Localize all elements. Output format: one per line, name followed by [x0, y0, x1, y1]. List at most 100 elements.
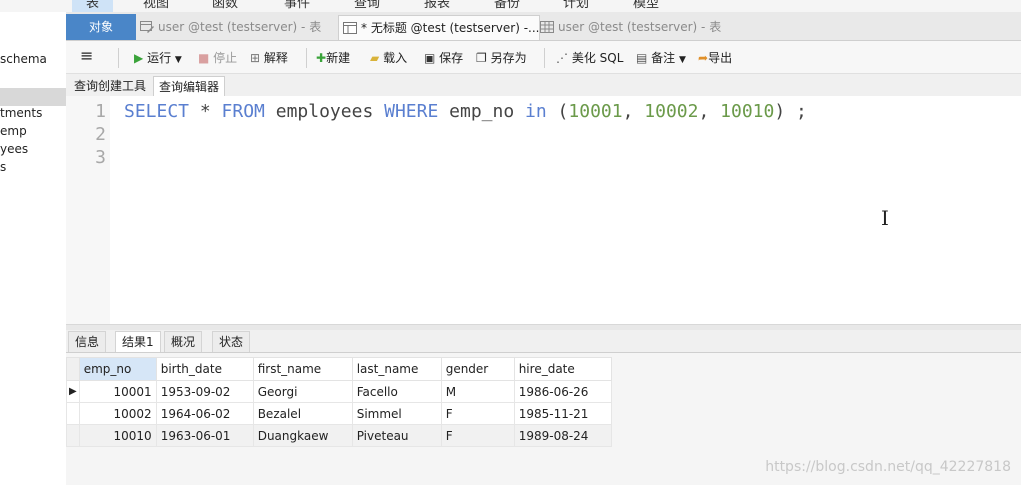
sql-table-name: employees	[264, 101, 385, 122]
table-cell[interactable]: Bezalel	[252, 402, 353, 425]
sql-token: ) ;	[774, 101, 807, 122]
table-row[interactable]: ▶ 10001 1953-09-02 Georgi Facello M 1986…	[66, 380, 612, 403]
tab-user-table-data[interactable]: user @test (testserver) - 表	[540, 15, 740, 39]
column-header[interactable]: hire_date	[513, 357, 612, 381]
column-header[interactable]: birth_date	[155, 357, 254, 381]
navigator-item[interactable]: yees	[0, 140, 28, 158]
sql-number: 10010	[720, 101, 775, 122]
column-header[interactable]: last_name	[351, 357, 442, 381]
save-button[interactable]: ▣ 保存	[424, 49, 463, 67]
watermark: https://blog.csdn.net/qq_42227818	[765, 459, 1011, 475]
column-header[interactable]: first_name	[252, 357, 353, 381]
toolbar-separator	[544, 48, 545, 68]
tab-profile[interactable]: 概况	[164, 331, 203, 352]
beautify-label: 美化 SQL	[571, 51, 624, 65]
table-cell[interactable]: 1989-08-24	[513, 424, 612, 447]
menu-model[interactable]: 模型	[633, 0, 659, 11]
sql-token: ,	[622, 101, 645, 122]
table-cell[interactable]: 1985-11-21	[513, 402, 612, 425]
table-cell[interactable]: 10010	[78, 424, 157, 447]
table-row[interactable]: 10010 1963-06-01 Duangkaew Piveteau F 19…	[66, 424, 612, 447]
sql-number: 10002	[644, 101, 699, 122]
tab-result-1[interactable]: 结果1	[115, 331, 161, 352]
document-tab-bar: 对象 user @test (testserver) - 表 * 无标题 @te…	[66, 12, 1021, 41]
menu-function[interactable]: 函数	[212, 0, 238, 11]
table-cell[interactable]: M	[440, 380, 515, 403]
navigator-item[interactable]: schema	[0, 50, 47, 68]
tab-query-editor[interactable]: 查询编辑器	[153, 76, 226, 97]
save-as-button[interactable]: ❐ 另存为	[476, 49, 527, 67]
menu-report[interactable]: 报表	[424, 0, 450, 11]
menu-backup[interactable]: 备份	[494, 0, 520, 11]
menu-event[interactable]: 事件	[284, 0, 310, 11]
line-number: 3	[95, 147, 106, 168]
memo-icon: ▤	[636, 51, 648, 65]
menu-query[interactable]: 查询	[354, 0, 380, 11]
table-cell[interactable]: 10001	[78, 380, 157, 403]
load-button[interactable]: ▰ 载入	[370, 49, 407, 67]
memo-label: 备注	[651, 51, 676, 65]
dropdown-arrow-icon[interactable]: ▼	[175, 55, 182, 65]
export-label: 导出	[708, 51, 733, 65]
table-row[interactable]: 10002 1964-06-02 Bezalel Simmel F 1985-1…	[66, 402, 612, 425]
beautify-sql-button[interactable]: ⋰ 美化 SQL	[556, 49, 623, 67]
navigator-item[interactable]: s	[0, 158, 6, 176]
table-cell[interactable]: 10002	[78, 402, 157, 425]
table-cell[interactable]: 1963-06-01	[155, 424, 254, 447]
run-button[interactable]: ▶ 运行 ▼	[134, 49, 182, 67]
sql-keyword: FROM	[221, 101, 265, 122]
magic-wand-icon: ⋰	[556, 51, 568, 65]
export-button[interactable]: ➦导出	[698, 49, 732, 67]
tab-label: * 无标题 @test (testserver) -...	[361, 21, 540, 35]
save-as-label: 另存为	[490, 51, 527, 65]
table-cell[interactable]: Georgi	[252, 380, 353, 403]
stop-icon: ■	[198, 51, 210, 65]
query-toolbar: ≡ ▶ 运行 ▼ ■ 停止 ⊞ 解释 ✚新建 ▰ 载入 ▣ 保存 ❐ 另存为 ⋰…	[66, 41, 1021, 74]
navigator-item[interactable]: tments	[0, 104, 42, 122]
sql-code-line[interactable]: SELECT * FROM employees WHERE emp_no in …	[124, 101, 807, 122]
tab-user-table-design[interactable]: user @test (testserver) - 表	[140, 15, 336, 39]
menu-schedule[interactable]: 计划	[563, 0, 589, 11]
menu-view[interactable]: 视图	[143, 0, 169, 11]
tab-untitled-query[interactable]: * 无标题 @test (testserver) -...	[338, 15, 540, 40]
new-label: 新建	[326, 51, 351, 65]
table-cell[interactable]: Duangkaew	[252, 424, 353, 447]
stop-button[interactable]: ■ 停止	[198, 49, 237, 67]
dropdown-arrow-icon[interactable]: ▼	[679, 55, 686, 65]
current-row-arrow-icon: ▶	[66, 380, 80, 403]
table-cell[interactable]: Facello	[351, 380, 442, 403]
tab-objects[interactable]: 对象	[66, 14, 136, 40]
sql-editor[interactable]: 1 2 3 SELECT * FROM employees WHERE emp_…	[66, 96, 1021, 324]
tab-label: user @test (testserver) - 表	[558, 20, 722, 34]
tab-info[interactable]: 信息	[68, 331, 107, 352]
new-query-button[interactable]: ✚新建	[316, 49, 350, 67]
sql-token: ,	[698, 101, 721, 122]
sql-keyword: WHERE	[384, 101, 439, 122]
hamburger-menu-icon[interactable]: ≡	[80, 47, 93, 65]
memo-button[interactable]: ▤ 备注 ▼	[636, 49, 686, 67]
column-header[interactable]: gender	[440, 357, 515, 381]
stop-label: 停止	[213, 51, 238, 65]
new-icon: ✚	[316, 51, 327, 65]
table-cell[interactable]: Piveteau	[351, 424, 442, 447]
folder-icon: ▰	[370, 51, 380, 65]
text-cursor-icon: I	[881, 206, 889, 230]
toolbar-separator	[118, 48, 119, 68]
column-header[interactable]: emp_no	[78, 357, 157, 381]
play-icon: ▶	[134, 51, 144, 65]
line-number: 1	[95, 101, 106, 122]
table-cell[interactable]: F	[440, 424, 515, 447]
menu-table[interactable]: 表	[72, 0, 114, 12]
table-design-icon	[140, 21, 154, 33]
navigator-pane: schema tments emp yees s	[0, 12, 67, 485]
tab-query-builder[interactable]: 查询创建工具	[69, 76, 151, 96]
table-cell[interactable]: F	[440, 402, 515, 425]
explain-button[interactable]: ⊞ 解释	[250, 49, 288, 67]
table-cell[interactable]: 1986-06-26	[513, 380, 612, 403]
table-cell[interactable]: 1964-06-02	[155, 402, 254, 425]
result-tabs: 信息 结果1 概况 状态	[66, 330, 1021, 353]
table-cell[interactable]: 1953-09-02	[155, 380, 254, 403]
tab-status[interactable]: 状态	[212, 331, 251, 352]
table-cell[interactable]: Simmel	[351, 402, 442, 425]
navigator-item[interactable]: emp	[0, 122, 27, 140]
